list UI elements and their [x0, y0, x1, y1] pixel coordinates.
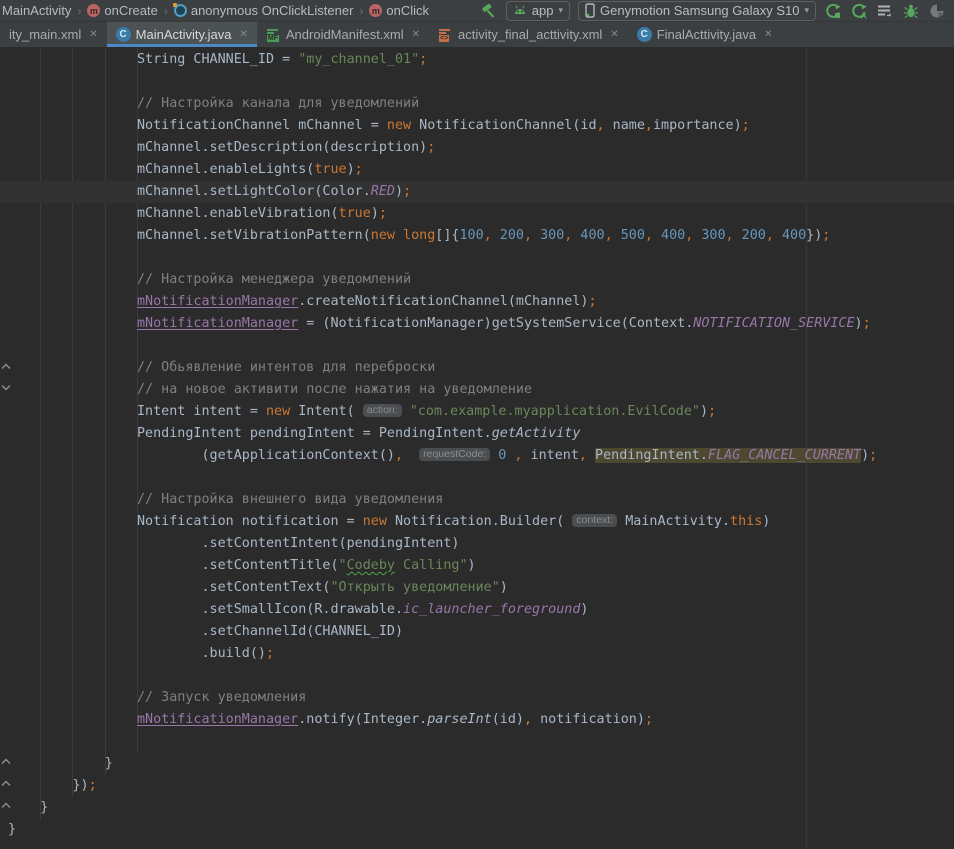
- code-line[interactable]: [0, 247, 954, 269]
- code-editor[interactable]: String CHANNEL_ID = "my_channel_01"; // …: [0, 47, 954, 849]
- main-toolbar: MainActivity › m onCreate › anonymous OnClick…: [0, 0, 954, 22]
- chevron-down-icon: ▾: [804, 5, 809, 16]
- phone-icon: [585, 3, 595, 18]
- anonymous-class-icon: [174, 4, 187, 17]
- tab-AndroidManifest.xml[interactable]: MF AndroidManifest.xml ✕: [257, 22, 429, 47]
- code-line[interactable]: [0, 665, 954, 687]
- code-line[interactable]: mChannel.enableVibration(true);: [0, 203, 954, 225]
- code-line[interactable]: .setContentText("Открыть уведомление"): [0, 577, 954, 599]
- apply-changes-icon[interactable]: [825, 3, 841, 19]
- tab-label: activity_final_acttivity.xml: [458, 27, 602, 42]
- code-line[interactable]: .setChannelId(CHANNEL_ID): [0, 621, 954, 643]
- breadcrumb-separator: ›: [164, 4, 168, 18]
- code-line[interactable]: [0, 467, 954, 489]
- breadcrumb-separator: ›: [77, 4, 81, 18]
- class-icon: C: [637, 27, 652, 42]
- code-line[interactable]: .setSmallIcon(R.drawable.ic_launcher_for…: [0, 599, 954, 621]
- code-line[interactable]: NotificationChannel mChannel = new Notif…: [0, 115, 954, 137]
- tab-FinalActtivity.java[interactable]: C FinalActtivity.java ✕: [628, 22, 782, 47]
- tab-label: ity_main.xml: [9, 27, 81, 42]
- close-icon[interactable]: ✕: [610, 29, 618, 40]
- code-line[interactable]: }: [0, 753, 954, 775]
- close-icon[interactable]: ✕: [89, 29, 97, 40]
- code-line[interactable]: [0, 335, 954, 357]
- xml-file-icon: <>: [438, 27, 453, 42]
- code-line[interactable]: [0, 731, 954, 753]
- tab-label: AndroidManifest.xml: [286, 27, 404, 42]
- breadcrumb-label: onClick: [386, 3, 429, 18]
- method-icon: m: [369, 4, 382, 17]
- profiler-icon[interactable]: [929, 3, 945, 19]
- code-line[interactable]: Intent intent = new Intent( action: "com…: [0, 401, 954, 423]
- tab-activity_final_acttivity.xml[interactable]: <> activity_final_acttivity.xml ✕: [429, 22, 628, 47]
- tab-ity_main.xml[interactable]: ity_main.xml ✕: [0, 22, 107, 47]
- code-line[interactable]: // на новое активити после нажатия на ув…: [0, 379, 954, 401]
- breadcrumb-label: MainActivity: [2, 3, 71, 18]
- ide-window: MainActivity › m onCreate › anonymous OnClick…: [0, 0, 954, 849]
- breadcrumb-item[interactable]: m onClick: [369, 3, 429, 18]
- run-config-select[interactable]: app ▾: [506, 1, 570, 21]
- code-line[interactable]: .build();: [0, 643, 954, 665]
- code-line[interactable]: .setContentIntent(pendingIntent): [0, 533, 954, 555]
- build-sequence-icon[interactable]: [877, 3, 893, 19]
- code-line[interactable]: // Запуск уведомления: [0, 687, 954, 709]
- svg-text:A: A: [861, 10, 867, 19]
- class-icon: C: [116, 27, 131, 42]
- breadcrumbs: MainActivity › m onCreate › anonymous OnClick…: [2, 3, 476, 18]
- tab-MainActivity.java[interactable]: C MainActivity.java ✕: [107, 22, 257, 47]
- code-line[interactable]: mNotificationManager.createNotificationC…: [0, 291, 954, 313]
- breadcrumb-separator: ›: [359, 4, 363, 18]
- code-line[interactable]: Notification notification = new Notifica…: [0, 511, 954, 533]
- breadcrumb-item[interactable]: anonymous OnClickListener: [174, 3, 354, 18]
- code-line[interactable]: String CHANNEL_ID = "my_channel_01";: [0, 49, 954, 71]
- manifest-file-icon: MF: [266, 27, 281, 42]
- code-line[interactable]: [0, 71, 954, 93]
- run-config-label: app: [532, 3, 554, 18]
- code-lines[interactable]: String CHANNEL_ID = "my_channel_01"; // …: [0, 47, 954, 841]
- breadcrumb-item[interactable]: m onCreate: [87, 3, 157, 18]
- code-line[interactable]: }: [0, 797, 954, 819]
- tab-label: FinalActtivity.java: [657, 27, 756, 42]
- code-line[interactable]: // Обьявление интентов для переброски: [0, 357, 954, 379]
- code-line[interactable]: mChannel.setDescription(description);: [0, 137, 954, 159]
- code-line[interactable]: // Настройка канала для уведомлений: [0, 93, 954, 115]
- code-line[interactable]: // Настройка менеджера уведомлений: [0, 269, 954, 291]
- code-line[interactable]: // Настройка внешнего вида уведомления: [0, 489, 954, 511]
- code-line[interactable]: mChannel.setVibrationPattern(new long[]{…: [0, 225, 954, 247]
- close-icon[interactable]: ✕: [412, 29, 420, 40]
- debug-attach-icon[interactable]: [903, 3, 919, 19]
- code-line[interactable]: PendingIntent pendingIntent = PendingInt…: [0, 423, 954, 445]
- editor-tabbar: ity_main.xml ✕ C MainActivity.java ✕ MF Androi…: [0, 22, 954, 47]
- device-select[interactable]: Genymotion Samsung Galaxy S10 ▾: [578, 1, 816, 21]
- tab-label: MainActivity.java: [136, 27, 232, 42]
- code-line[interactable]: mChannel.setLightColor(Color.RED);: [0, 181, 954, 203]
- breadcrumb-item[interactable]: MainActivity: [2, 3, 71, 18]
- breadcrumb-label: onCreate: [104, 3, 157, 18]
- code-line[interactable]: mNotificationManager.notify(Integer.pars…: [0, 709, 954, 731]
- device-label: Genymotion Samsung Galaxy S10: [600, 3, 799, 18]
- android-icon: [513, 5, 527, 16]
- code-line[interactable]: .setContentTitle("Codeby Calling"): [0, 555, 954, 577]
- code-line[interactable]: mChannel.enableLights(true);: [0, 159, 954, 181]
- code-line[interactable]: });: [0, 775, 954, 797]
- apply-code-changes-icon[interactable]: A: [851, 3, 867, 19]
- build-hammer-icon[interactable]: [481, 3, 497, 19]
- breadcrumb-label: anonymous OnClickListener: [191, 3, 354, 18]
- code-line[interactable]: (getApplicationContext(), requestCode: 0…: [0, 445, 954, 467]
- close-icon[interactable]: ✕: [239, 29, 247, 40]
- code-line[interactable]: mNotificationManager = (NotificationMana…: [0, 313, 954, 335]
- close-icon[interactable]: ✕: [764, 29, 772, 40]
- chevron-down-icon: ▾: [559, 5, 564, 16]
- code-line[interactable]: }: [0, 819, 954, 841]
- method-icon: m: [87, 4, 100, 17]
